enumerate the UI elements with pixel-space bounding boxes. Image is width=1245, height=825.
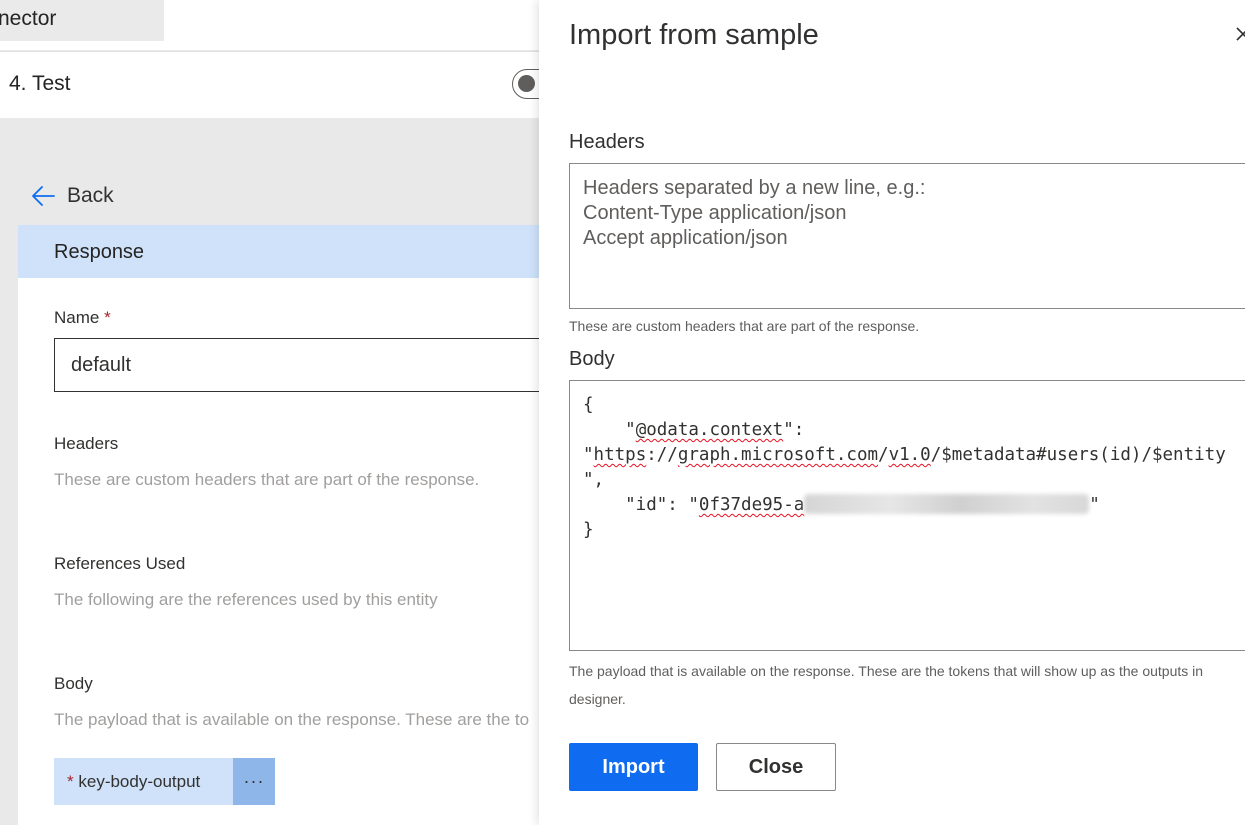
steps-bar: 4. Test	[0, 51, 540, 118]
tab-strip: nector	[0, 0, 540, 50]
spellcheck-word: 0f37de95-a	[698, 495, 805, 515]
back-button[interactable]: Back	[30, 182, 114, 210]
body-hint: The payload that is available on the res…	[54, 710, 530, 729]
panel-title: Import from sample	[569, 19, 819, 51]
close-button[interactable]: Close	[716, 743, 836, 791]
required-asterisk: *	[67, 771, 74, 791]
references-label: References Used	[54, 554, 186, 573]
body-textarea[interactable]: { "@odata.context": "https://graph.micro…	[569, 380, 1245, 651]
name-label-text: Name	[54, 308, 100, 327]
response-card: Response Name * default Headers These ar…	[18, 225, 540, 825]
response-section-title: Response	[54, 241, 145, 263]
redacted-id	[804, 494, 1090, 514]
body-output-chip-label: * key-body-output	[54, 772, 232, 792]
back-label: Back	[67, 184, 114, 207]
required-asterisk: *	[104, 308, 111, 327]
body-json-code: { "@odata.context": "https://graph.micro…	[583, 395, 1226, 540]
swagger-editor-toggle[interactable]	[512, 69, 540, 99]
import-button[interactable]: Import	[569, 743, 698, 791]
name-input-value: default	[71, 353, 132, 376]
body-output-chip[interactable]: * key-body-output ···	[54, 758, 275, 805]
spellcheck-word: graph.microsoft.com	[677, 445, 879, 465]
arrow-left-icon	[32, 186, 55, 206]
connector-tab-label: nector	[0, 7, 57, 30]
headers-placeholder: Headers separated by a new line, e.g.: C…	[583, 177, 926, 249]
spellcheck-word: https	[593, 445, 647, 465]
headers-hint: These are custom headers that are part o…	[54, 470, 480, 489]
spellcheck-word: @odata.context	[635, 420, 784, 440]
headers-hint: These are custom headers that are part o…	[569, 318, 920, 334]
name-input[interactable]: default	[54, 338, 540, 392]
body-hint: The payload that is available on the res…	[569, 663, 1204, 707]
more-options-icon[interactable]: ···	[233, 758, 275, 805]
body-label: Body	[569, 348, 615, 370]
toggle-knob	[518, 75, 535, 92]
connector-tab[interactable]: nector	[0, 0, 164, 41]
name-label: Name *	[54, 308, 111, 328]
response-section-header[interactable]: Response	[18, 225, 540, 278]
headers-label: Headers	[54, 434, 119, 453]
connector-editor-page: nector 4. Test Back Response Name * defa…	[0, 0, 540, 825]
references-hint: The following are the references used by…	[54, 590, 438, 609]
headers-textarea[interactable]: Headers separated by a new line, e.g.: C…	[569, 163, 1245, 309]
body-label: Body	[54, 674, 93, 693]
step-test-label[interactable]: 4. Test	[9, 72, 70, 96]
import-from-sample-panel: Import from sample Headers Headers separ…	[539, 0, 1245, 825]
headers-label: Headers	[569, 131, 645, 153]
spellcheck-word: v1.0	[888, 445, 931, 465]
close-icon[interactable]	[1235, 20, 1245, 50]
chip-text: key-body-output	[78, 771, 201, 791]
